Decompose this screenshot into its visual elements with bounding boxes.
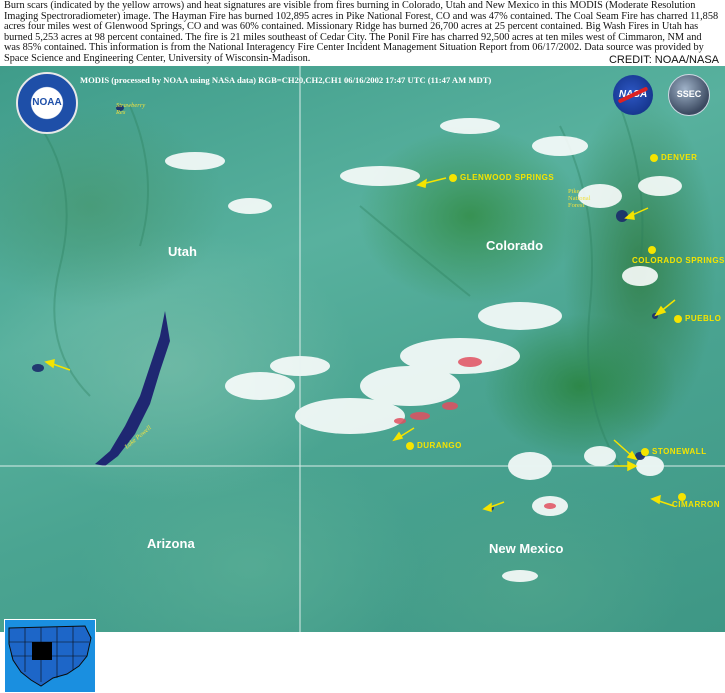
ssec-logo-text: SSEC (676, 89, 702, 99)
city-name: Stonewall (652, 447, 707, 456)
locator-inset-map (4, 619, 96, 693)
noaa-logo: NOAA (16, 72, 78, 134)
nasa-logo: NASA (613, 75, 653, 115)
state-label-new-mexico: New Mexico (489, 541, 564, 556)
noaa-logo-text: NOAA (32, 97, 62, 108)
credit-text: CREDIT: NOAA/NASA (608, 54, 719, 66)
city-dot (641, 448, 649, 456)
ssec-logo: SSEC (668, 74, 710, 116)
city-name: Pueblo (685, 314, 722, 323)
state-label-utah: Utah (168, 244, 197, 259)
city-name: Cimarron (672, 500, 720, 509)
map-header-text: MODIS (processed by NOAA using NASA data… (80, 75, 492, 85)
state-label-arizona: Arizona (147, 536, 195, 551)
map-overlay (0, 66, 725, 632)
us-outline (8, 625, 92, 687)
city-name: Colorado Springs (632, 256, 725, 265)
label-pike-national-forest: Pike National Forest (568, 188, 591, 209)
city-name: Glenwood Springs (460, 173, 555, 182)
nasa-logo-text: NASA (618, 89, 648, 100)
label-strawberry-res: Strawberry Res (116, 102, 146, 116)
city-dot (650, 154, 658, 162)
city-name: Durango (417, 441, 462, 450)
inset-highlight-region (32, 642, 52, 660)
satellite-map: Utah Colorado Arizona New Mexico Glenwoo… (0, 66, 725, 693)
city-dot (674, 315, 682, 323)
city-dot (648, 246, 656, 254)
city-dot (449, 174, 457, 182)
state-label-colorado: Colorado (486, 238, 544, 253)
city-name: Denver (661, 153, 698, 162)
city-dot (406, 442, 414, 450)
